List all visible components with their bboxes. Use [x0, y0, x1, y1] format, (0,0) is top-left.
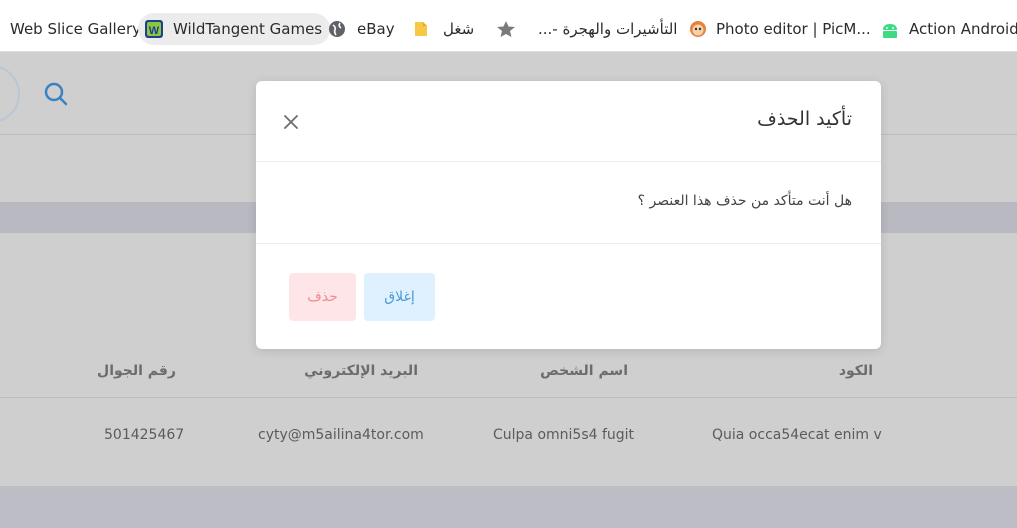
close-button[interactable]: إغلاق: [364, 273, 435, 321]
bookmark-visas[interactable]: التأشيرات والهجرة -...: [538, 13, 677, 45]
bookmark-action-android[interactable]: Action Android s: [880, 13, 1017, 45]
star-icon: [496, 20, 515, 38]
table-cell-email: cyty@m5ailina4tor.com: [258, 427, 424, 443]
bookmark-star[interactable]: [496, 13, 515, 45]
bookmark-label: Action Android s: [909, 20, 1017, 38]
close-icon[interactable]: [280, 111, 302, 133]
table-cell-phone: 501425467: [104, 427, 185, 443]
modal-title: تأكيد الحذف: [757, 108, 852, 130]
wildtangent-icon: W: [145, 20, 163, 38]
bookmark-photo-editor[interactable]: Photo editor | PicM...: [688, 13, 871, 45]
svg-text:W: W: [149, 25, 160, 37]
folder-icon: [412, 20, 430, 38]
bookmark-folder-work[interactable]: شغل: [412, 13, 474, 45]
bookmark-label: شغل: [443, 20, 475, 38]
table-header-name: اسم الشخص: [540, 363, 628, 379]
bookmark-label: التأشيرات والهجرة -...: [538, 20, 678, 38]
table-header-code: الكود: [838, 363, 873, 379]
table-cell-name: Culpa omni5s4 fugit: [493, 427, 635, 443]
table-cell-code: Quia occa54ecat enim v: [712, 427, 882, 443]
table-header-phone: رقم الجوال: [97, 363, 176, 379]
android-icon: [880, 20, 898, 38]
bookmark-label: Web Slice Gallery: [10, 20, 141, 38]
modal-footer-divider: [256, 243, 881, 244]
bookmark-label: WildTangent Games: [173, 20, 323, 38]
bookmark-ebay[interactable]: eBay: [328, 13, 395, 45]
delete-confirm-modal: تأكيد الحذف هل أنت متأكد من حذف هذا العن…: [256, 81, 881, 349]
delete-button[interactable]: حذف: [289, 273, 356, 321]
modal-message: هل أنت متأكد من حذف هذا العنصر ؟: [637, 193, 852, 209]
bookmark-web-slice-gallery[interactable]: Web Slice Gallery: [10, 13, 141, 45]
bookmark-label: Photo editor | PicM...: [716, 20, 871, 38]
search-icon[interactable]: [43, 81, 69, 107]
table-header-email: البريد الإلكتروني: [304, 363, 418, 379]
bookmarks-bar: Web Slice Gallery W WildTangent Games eB…: [0, 0, 1017, 52]
footer-band: [0, 486, 1017, 528]
globe-icon: [328, 20, 346, 38]
bookmark-label: eBay: [357, 20, 395, 38]
monkey-icon: [688, 20, 706, 38]
modal-header-divider: [256, 161, 881, 162]
avatar-circle[interactable]: [0, 65, 20, 123]
bookmark-wildtangent-games[interactable]: W WildTangent Games: [138, 13, 331, 45]
table-header-divider: [0, 397, 1017, 398]
